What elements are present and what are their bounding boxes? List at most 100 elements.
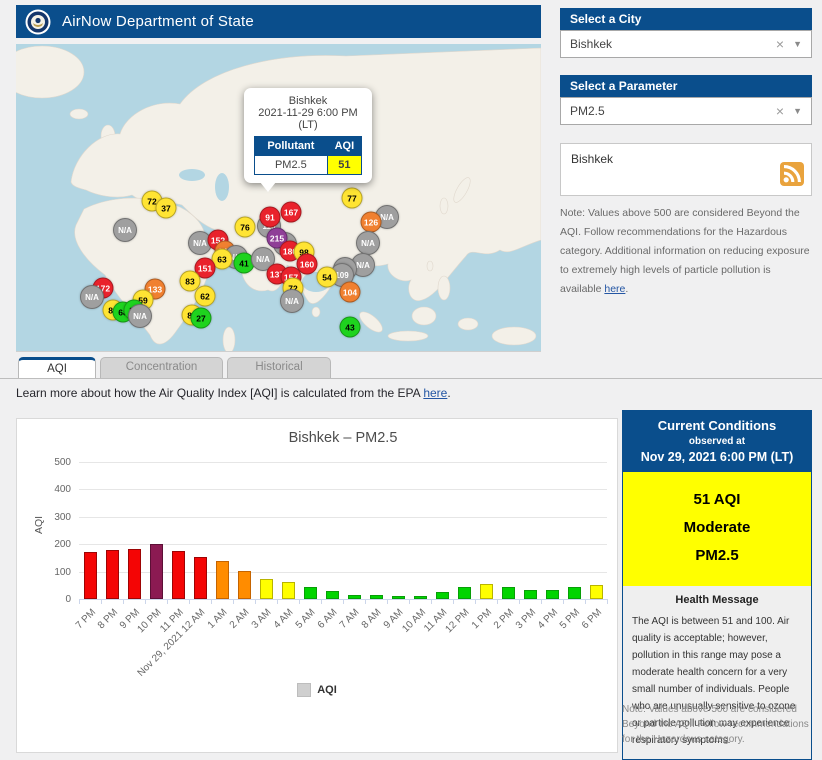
map-marker[interactable]: 27	[190, 307, 212, 329]
select-parameter-header: Select a Parameter	[560, 75, 812, 97]
aqi-bar[interactable]	[545, 589, 559, 599]
x-tick-mark	[343, 599, 344, 604]
popup-timezone: (LT)	[298, 119, 318, 131]
map-marker[interactable]: 76	[234, 216, 256, 238]
cc-observed-at: observed at	[688, 436, 746, 447]
tab-concentration[interactable]: Concentration	[100, 357, 223, 378]
aqi-bar[interactable]	[193, 557, 207, 599]
aqi-bar[interactable]	[413, 595, 427, 599]
cc-datetime: Nov 29, 2021 6:00 PM (LT)	[640, 450, 794, 464]
x-axis-label: 12 PM	[443, 607, 472, 636]
x-tick-mark	[519, 599, 520, 604]
y-tick-label: 300	[54, 511, 71, 523]
tab-historical[interactable]: Historical	[227, 357, 331, 378]
x-tick-mark	[475, 599, 476, 604]
aqi-bar[interactable]	[567, 587, 581, 599]
map-marker[interactable]: 126	[360, 211, 382, 233]
bottom-note-clipped: Note: Values above 500 are considered Be…	[622, 704, 809, 745]
aqi-note: Note: Values above 500 are considered Be…	[560, 204, 812, 299]
aqi-note-text: Note: Values above 500 are considered Be…	[560, 207, 810, 295]
dropdown-caret-icon[interactable]: ▼	[793, 106, 802, 116]
y-tick-label: 400	[54, 484, 71, 496]
x-axis-label: 2 PM	[491, 607, 516, 632]
select-city-header: Select a City	[560, 8, 812, 30]
current-conditions-header: Current Conditions observed at Nov 29, 2…	[623, 411, 811, 472]
map-marker[interactable]: 43	[339, 316, 361, 338]
x-axis-label: 8 PM	[95, 607, 120, 632]
aqi-bar[interactable]	[259, 578, 273, 599]
x-tick-mark	[167, 599, 168, 604]
app-header: AirNow Department of State	[16, 5, 541, 38]
aqi-bar[interactable]	[149, 543, 163, 599]
map-marker[interactable]: 54	[316, 266, 338, 288]
gridline	[79, 489, 607, 491]
chart-legend[interactable]: AQI	[17, 683, 617, 697]
map-popup[interactable]: Bishkek 2021-11-29 6:00 PM (LT) Pollutan…	[244, 88, 372, 192]
x-axis-label: 7 PM	[73, 607, 98, 632]
aqi-bar[interactable]	[391, 595, 405, 599]
map-marker[interactable]: N/A	[356, 231, 380, 255]
x-tick-mark	[409, 599, 410, 604]
city-select-value: Bishkek	[570, 37, 613, 51]
aqi-bar[interactable]	[347, 594, 361, 599]
map-marker[interactable]: N/A	[113, 218, 137, 242]
x-tick-mark	[563, 599, 564, 604]
gridline	[79, 516, 607, 518]
map-marker[interactable]: 62	[194, 285, 216, 307]
popup-pollutant-value: PM2.5	[254, 155, 328, 175]
page-title: AirNow Department of State	[62, 13, 254, 30]
aqi-bar[interactable]	[589, 585, 603, 599]
aqi-bar[interactable]	[215, 561, 229, 599]
popup-city: Bishkek	[288, 95, 328, 107]
x-axis-label: 5 AM	[293, 607, 318, 631]
learn-more-text: Learn more about how the Air Quality Ind…	[16, 386, 451, 400]
note-here-link[interactable]: here	[604, 283, 625, 295]
x-axis-label: 7 AM	[337, 607, 362, 631]
feed-city-label: Bishkek	[571, 152, 614, 166]
x-tick-mark	[79, 599, 80, 604]
popup-datetime: 2021-11-29 6:00 PM	[258, 107, 358, 119]
aqi-bar[interactable]	[127, 548, 141, 599]
parameter-select[interactable]: PM2.5 × ▼	[560, 97, 812, 125]
x-tick-mark	[607, 599, 608, 604]
aqi-bar[interactable]	[479, 583, 493, 599]
map-marker[interactable]: 104	[339, 281, 361, 303]
rss-icon[interactable]	[780, 162, 804, 189]
aqi-bar[interactable]	[435, 592, 449, 599]
x-axis-label: 3 AM	[249, 607, 274, 631]
x-axis-label: 6 PM	[579, 607, 604, 632]
map-marker[interactable]: N/A	[80, 285, 104, 309]
x-tick-mark	[387, 599, 388, 604]
aqi-bar[interactable]	[457, 587, 471, 599]
aqi-bar[interactable]	[105, 549, 119, 599]
aqi-bar[interactable]	[171, 551, 185, 599]
map-marker[interactable]: N/A	[128, 304, 152, 328]
x-axis-label: 3 PM	[513, 607, 538, 632]
aqi-bar[interactable]	[369, 594, 383, 599]
epa-here-link[interactable]: here	[423, 386, 447, 400]
map-marker[interactable]: 167	[280, 201, 302, 223]
clear-icon[interactable]: ×	[776, 103, 784, 119]
map-marker[interactable]: 77	[341, 187, 363, 209]
legend-swatch	[297, 683, 312, 697]
city-select[interactable]: Bishkek × ▼	[560, 30, 812, 58]
parameter-select-value: PM2.5	[570, 104, 605, 118]
popup-col-aqi: AQI	[326, 136, 363, 156]
aqi-bar[interactable]	[281, 582, 295, 599]
aqi-world-map[interactable]: 7237N/A761109116777N/A126N/A152149N/A634…	[16, 44, 541, 352]
x-axis-label: 10 AM	[399, 607, 428, 635]
tab-aqi[interactable]: AQI	[18, 357, 96, 378]
map-marker[interactable]: N/A	[280, 289, 304, 313]
aqi-bar[interactable]	[237, 570, 251, 599]
map-marker[interactable]: 91	[259, 206, 281, 228]
aqi-bar[interactable]	[501, 587, 515, 599]
aqi-bar[interactable]	[83, 552, 97, 599]
aqi-bar[interactable]	[325, 591, 339, 599]
aqi-bar[interactable]	[523, 589, 537, 599]
aqi-chart-panel: Bishkek – PM2.5 AQI 0 100 200 300 400 500 7 PM…	[16, 418, 618, 753]
dropdown-caret-icon[interactable]: ▼	[793, 39, 802, 49]
clear-icon[interactable]: ×	[776, 36, 784, 52]
aqi-bar[interactable]	[303, 586, 317, 599]
y-tick-label: 0	[65, 594, 71, 605]
map-marker[interactable]: 37	[155, 197, 177, 219]
